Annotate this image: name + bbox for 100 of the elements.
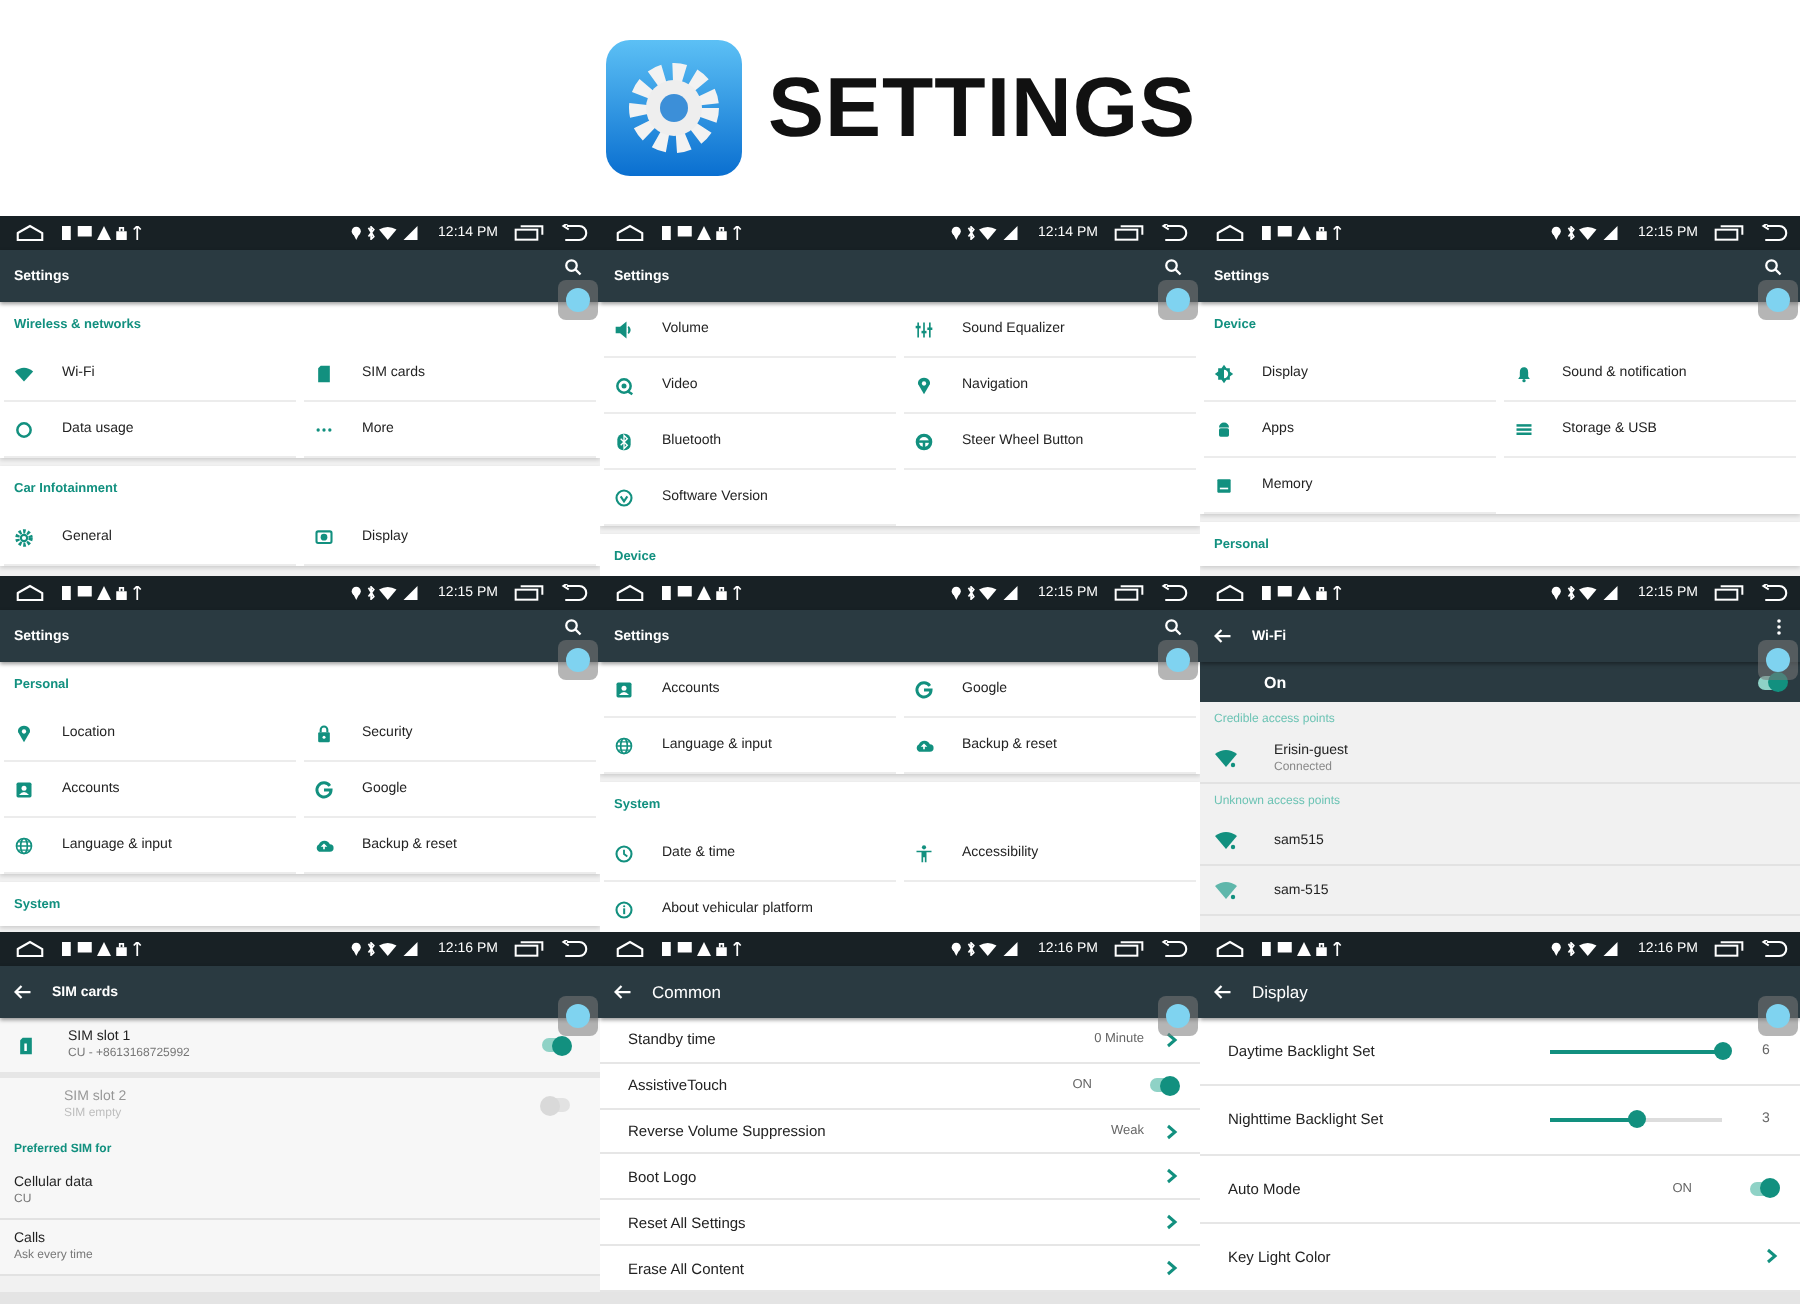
toggle-switch[interactable]	[1148, 1075, 1180, 1096]
back-arrow-icon[interactable]	[1214, 628, 1232, 644]
screen-title: Display	[1252, 982, 1308, 1002]
chevron-icon[interactable]	[1164, 1031, 1180, 1048]
sim-card-icon	[314, 363, 334, 383]
status-icons-drawing	[350, 226, 423, 240]
floating-button[interactable]	[1758, 996, 1798, 1036]
recents-icon[interactable]	[1114, 940, 1144, 958]
chevron-icon[interactable]	[1164, 1168, 1180, 1185]
home-icon[interactable]	[16, 584, 44, 602]
equalizer-icon	[914, 319, 934, 339]
toggle-switch[interactable]	[1756, 672, 1788, 692]
floating-button[interactable]	[1758, 280, 1798, 320]
speaker-icon	[614, 319, 634, 339]
search-icon[interactable]	[1764, 258, 1782, 276]
toggle-switch[interactable]	[1748, 1178, 1780, 1199]
recents-icon[interactable]	[1714, 224, 1744, 242]
sim-card-icon	[16, 1035, 36, 1055]
home-icon[interactable]	[1216, 940, 1244, 958]
search-icon[interactable]	[1164, 618, 1182, 636]
back-icon[interactable]	[1160, 940, 1188, 958]
home-icon[interactable]	[616, 224, 644, 242]
globe-icon	[614, 735, 634, 755]
bluetooth-icon	[614, 431, 634, 451]
back-icon[interactable]	[1760, 224, 1788, 242]
recents-icon[interactable]	[514, 940, 544, 958]
floating-button[interactable]	[1158, 640, 1198, 680]
chevron-icon[interactable]	[1164, 1123, 1180, 1140]
search-icon[interactable]	[564, 618, 582, 636]
recents-icon[interactable]	[514, 584, 544, 602]
back-icon[interactable]	[1760, 584, 1788, 602]
wifi-signal-icon	[1214, 878, 1238, 902]
status-icons-drawing	[350, 942, 423, 956]
floating-button[interactable]	[558, 280, 598, 320]
account-icon	[14, 779, 34, 799]
recents-icon[interactable]	[1714, 940, 1744, 958]
wifi-signal-icon	[1214, 746, 1238, 770]
recents-icon[interactable]	[1114, 584, 1144, 602]
toggle-switch[interactable]	[540, 1035, 572, 1055]
home-icon[interactable]	[16, 224, 44, 242]
check-circle-icon	[614, 487, 634, 507]
settings-app-icon	[603, 38, 744, 178]
account-icon	[614, 679, 634, 699]
back-arrow-icon[interactable]	[614, 984, 632, 1000]
status-icons-drawing	[350, 586, 423, 600]
home-icon[interactable]	[1216, 584, 1244, 602]
wifi-status-label: On	[1264, 673, 1287, 691]
recents-icon[interactable]	[1714, 584, 1744, 602]
gear-icon	[14, 527, 34, 547]
robot-icon	[1214, 419, 1234, 439]
chevron-icon[interactable]	[1164, 1260, 1180, 1277]
status-icons-drawing	[950, 586, 1023, 600]
page-title: SETTINGS	[767, 60, 1197, 156]
status-icons-drawing	[950, 226, 1023, 240]
bell-icon	[1514, 363, 1534, 383]
steering-wheel-icon	[914, 431, 934, 451]
person-icon	[914, 843, 934, 863]
g-icon	[314, 779, 334, 799]
floating-button[interactable]	[1758, 640, 1798, 680]
floating-button[interactable]	[1158, 280, 1198, 320]
floating-button[interactable]	[1158, 996, 1198, 1036]
pin-icon	[14, 723, 34, 743]
ring-icon	[14, 419, 34, 439]
wifi-icon	[14, 363, 34, 383]
recents-icon[interactable]	[1114, 224, 1144, 242]
brightness-icon	[1214, 363, 1234, 383]
display-icon	[314, 527, 334, 547]
search-icon[interactable]	[1164, 258, 1182, 276]
info-icon	[614, 899, 634, 919]
home-icon[interactable]	[1216, 224, 1244, 242]
back-arrow-icon[interactable]	[14, 984, 32, 1000]
back-arrow-icon[interactable]	[1214, 984, 1232, 1000]
search-icon[interactable]	[564, 258, 582, 276]
back-icon[interactable]	[560, 940, 588, 958]
home-icon[interactable]	[16, 940, 44, 958]
floating-button[interactable]	[558, 996, 598, 1036]
back-icon[interactable]	[1160, 224, 1188, 242]
chevron-icon[interactable]	[1764, 1248, 1780, 1265]
back-icon[interactable]	[560, 584, 588, 602]
clock-icon	[614, 843, 634, 863]
g-icon	[914, 679, 934, 699]
back-icon[interactable]	[1760, 940, 1788, 958]
square-icon	[1214, 475, 1234, 495]
overflow-menu-icon[interactable]	[1776, 618, 1782, 636]
list-icon	[1514, 419, 1534, 439]
pin-icon	[914, 375, 934, 395]
recents-icon[interactable]	[514, 224, 544, 242]
status-icons-drawing	[1550, 226, 1623, 240]
back-icon[interactable]	[1160, 584, 1188, 602]
lock-icon	[314, 723, 334, 743]
globe-icon	[14, 835, 34, 855]
home-icon[interactable]	[616, 584, 644, 602]
status-icons-drawing	[1550, 942, 1623, 956]
screen-title: Common	[652, 982, 721, 1002]
chevron-icon[interactable]	[1164, 1214, 1180, 1231]
back-icon[interactable]	[560, 224, 588, 242]
floating-button[interactable]	[558, 640, 598, 680]
home-icon[interactable]	[616, 940, 644, 958]
wifi-signal-icon	[1214, 828, 1238, 852]
cloud-icon	[314, 835, 334, 855]
